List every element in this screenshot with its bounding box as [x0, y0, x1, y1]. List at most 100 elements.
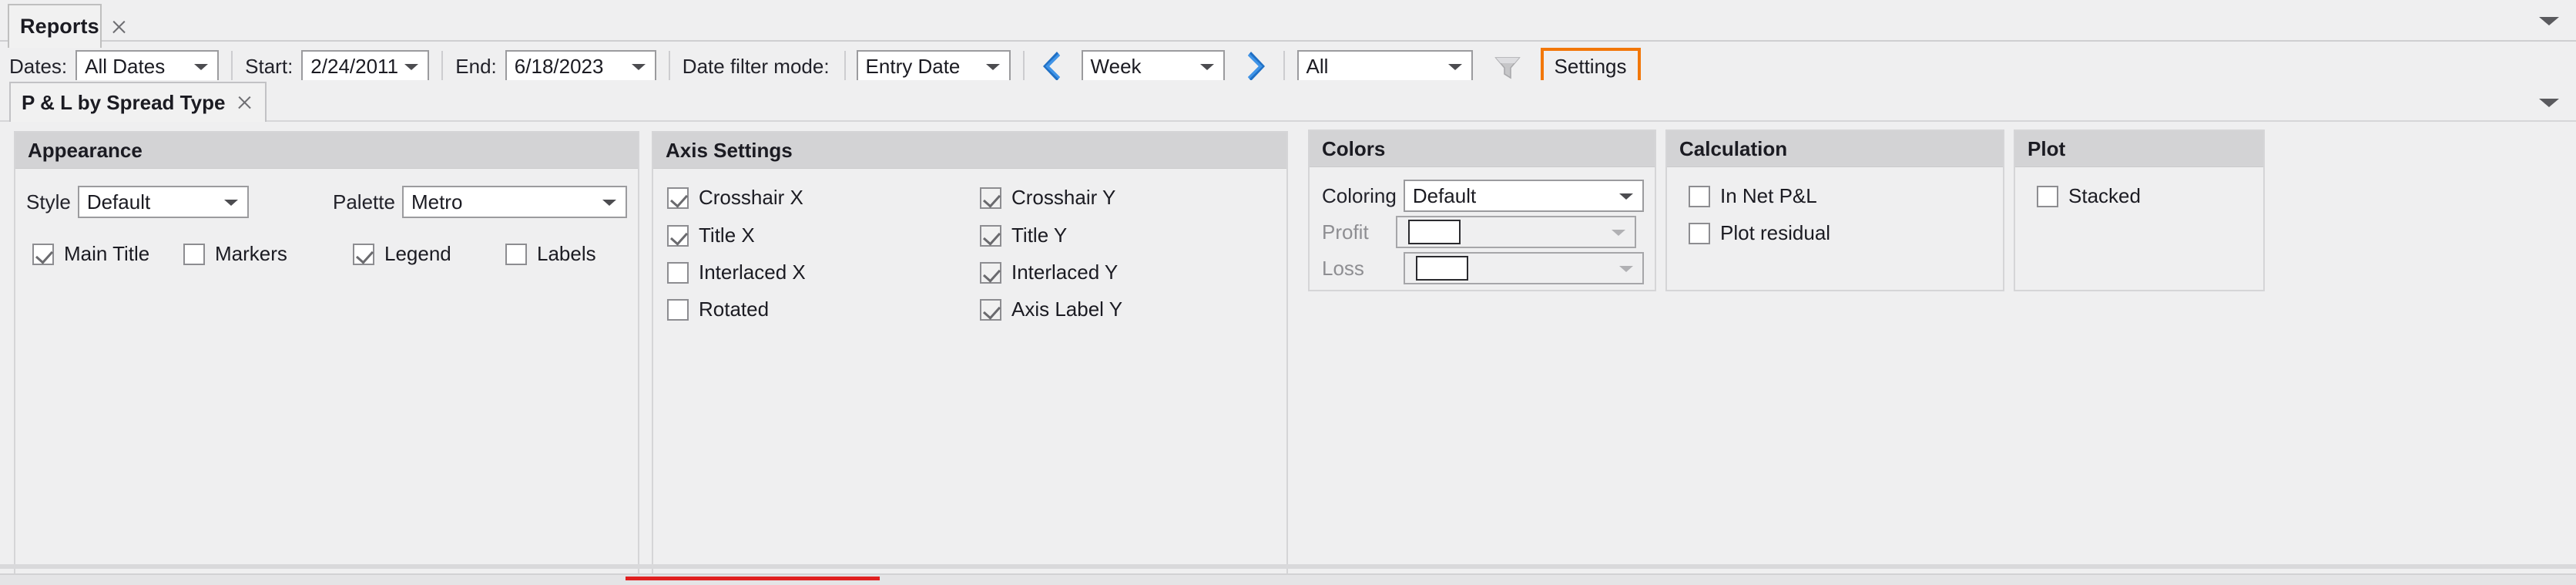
- chevron-down-icon: [1618, 266, 1633, 272]
- chevron-down-icon[interactable]: [2539, 99, 2559, 107]
- chevron-down-icon: [1447, 64, 1462, 70]
- checkbox-title-x[interactable]: Title X: [667, 224, 755, 247]
- chevron-right-icon[interactable]: [1236, 50, 1271, 82]
- chevron-down-icon: [404, 64, 419, 70]
- coloring-select[interactable]: Default: [1403, 180, 1644, 212]
- settings-button[interactable]: Settings: [1540, 48, 1641, 85]
- period-select[interactable]: Week: [1081, 50, 1225, 82]
- palette-select-value: Metro: [411, 190, 463, 213]
- profit-color-select: [1395, 216, 1636, 248]
- checkbox-legend-label: Legend: [384, 242, 451, 265]
- checkbox-rotated-label: Rotated: [699, 298, 770, 321]
- coloring-select-value: Default: [1412, 184, 1477, 207]
- checkbox-plot-residual-label: Plot residual: [1720, 221, 1831, 244]
- chevron-down-icon: [1199, 64, 1214, 70]
- panel-calculation: Calculation In Net P&L Plot residual: [1665, 129, 2004, 291]
- toolbar-divider: [668, 51, 670, 82]
- checkbox-interlaced-y-label: Interlaced Y: [1011, 261, 1119, 284]
- checkbox-in-net-pl-label: In Net P&L: [1720, 184, 1817, 207]
- chevron-down-icon: [1611, 230, 1625, 236]
- checkbox-markers[interactable]: Markers: [183, 242, 287, 266]
- checkbox-legend[interactable]: Legend: [353, 242, 451, 266]
- dates-label: Dates:: [9, 54, 68, 78]
- tab-pl-by-spread-type-label: P & L by Spread Type: [22, 90, 226, 114]
- checkbox-plot-residual[interactable]: Plot residual: [1689, 221, 1830, 245]
- checkbox-markers-label: Markers: [215, 242, 287, 265]
- panel-colors: Colors Coloring Default Profit Loss: [1308, 129, 1656, 291]
- checkbox-box: [32, 243, 54, 265]
- date-filter-mode-value: Entry Date: [865, 55, 961, 78]
- palette-select[interactable]: Metro: [401, 186, 627, 218]
- checkbox-interlaced-y[interactable]: Interlaced Y: [980, 261, 1118, 284]
- loss-color-swatch: [1415, 256, 1468, 281]
- panel-plot-title: Plot: [2015, 131, 2263, 167]
- chevron-down-icon: [1618, 193, 1633, 200]
- toolbar-divider: [844, 51, 846, 82]
- chevron-left-icon[interactable]: [1037, 50, 1072, 82]
- dates-select-value: All Dates: [85, 55, 166, 78]
- panel-appearance: Appearance Style Default Palette Metro M…: [14, 131, 639, 577]
- toolbar-divider: [1022, 51, 1025, 82]
- checkbox-title-y-label: Title Y: [1011, 224, 1068, 247]
- checkbox-axis-label-y-label: Axis Label Y: [1011, 298, 1123, 321]
- checkbox-crosshair-y[interactable]: Crosshair Y: [980, 186, 1115, 210]
- checkbox-interlaced-x[interactable]: Interlaced X: [667, 261, 806, 284]
- dates-select[interactable]: All Dates: [75, 50, 220, 82]
- checkbox-box: [1689, 185, 1710, 207]
- profit-label: Profit: [1322, 220, 1369, 244]
- checkbox-main-title[interactable]: Main Title: [32, 242, 149, 266]
- checkbox-box: [980, 224, 1001, 247]
- panel-appearance-title: Appearance: [15, 133, 638, 169]
- checkbox-box: [667, 224, 689, 247]
- chevron-down-icon[interactable]: [2539, 17, 2559, 25]
- checkbox-crosshair-x-label: Crosshair X: [699, 186, 803, 209]
- funnel-icon[interactable]: [1491, 50, 1524, 82]
- checkbox-rotated[interactable]: Rotated: [667, 298, 769, 321]
- toolbar-divider: [231, 51, 233, 82]
- toolbar-divider: [1283, 51, 1285, 82]
- chevron-down-icon: [223, 200, 238, 206]
- loss-color-select: [1403, 252, 1644, 284]
- start-label: Start:: [245, 54, 293, 78]
- checkbox-stacked[interactable]: Stacked: [2037, 184, 2141, 208]
- panel-axis-settings: Axis Settings Crosshair X Title X Interl…: [652, 131, 1288, 577]
- checkbox-title-y[interactable]: Title Y: [980, 224, 1067, 247]
- date-filter-mode-select[interactable]: Entry Date: [856, 50, 1011, 82]
- checkbox-stacked-label: Stacked: [2068, 184, 2141, 207]
- end-date-select[interactable]: 6/18/2023: [505, 50, 656, 82]
- loss-label: Loss: [1322, 256, 1364, 280]
- style-select[interactable]: Default: [77, 186, 249, 218]
- checkbox-crosshair-x[interactable]: Crosshair X: [667, 186, 803, 210]
- progress-indicator: [626, 577, 880, 580]
- chevron-down-icon: [985, 64, 1000, 70]
- end-label: End:: [455, 54, 497, 78]
- checkbox-in-net-pl[interactable]: In Net P&L: [1689, 184, 1817, 208]
- style-field: Style Default: [26, 186, 249, 218]
- chevron-down-icon: [602, 200, 616, 206]
- tab-reports-label: Reports: [20, 15, 99, 38]
- coloring-field: Coloring Default: [1322, 180, 1644, 212]
- close-icon[interactable]: [109, 17, 129, 37]
- chevron-down-icon: [631, 64, 646, 70]
- checkbox-labels-label: Labels: [537, 242, 596, 265]
- style-select-value: Default: [86, 190, 151, 213]
- coloring-label: Coloring: [1322, 183, 1397, 207]
- chevron-down-icon: [194, 64, 209, 70]
- tab-pl-by-spread-type[interactable]: P & L by Spread Type: [9, 82, 267, 122]
- checkbox-axis-label-y[interactable]: Axis Label Y: [980, 298, 1122, 321]
- scope-select-value: All: [1306, 55, 1329, 78]
- scope-select[interactable]: All: [1296, 50, 1473, 82]
- checkbox-crosshair-y-label: Crosshair Y: [1011, 186, 1116, 209]
- document-tab-strip: P & L by Spread Type: [0, 80, 2576, 122]
- tab-reports[interactable]: Reports: [8, 4, 102, 48]
- profit-field: Profit: [1322, 216, 1636, 248]
- palette-field: Palette Metro: [333, 186, 627, 218]
- checkbox-box: [980, 298, 1001, 321]
- settings-content: Appearance Style Default Palette Metro M…: [0, 120, 2576, 585]
- close-icon[interactable]: [234, 92, 254, 113]
- checkbox-box: [980, 187, 1001, 209]
- bottom-divider: [0, 564, 2576, 569]
- start-date-value: 2/24/2011: [310, 55, 399, 78]
- checkbox-labels[interactable]: Labels: [505, 242, 596, 266]
- start-date-select[interactable]: 2/24/2011: [301, 50, 430, 82]
